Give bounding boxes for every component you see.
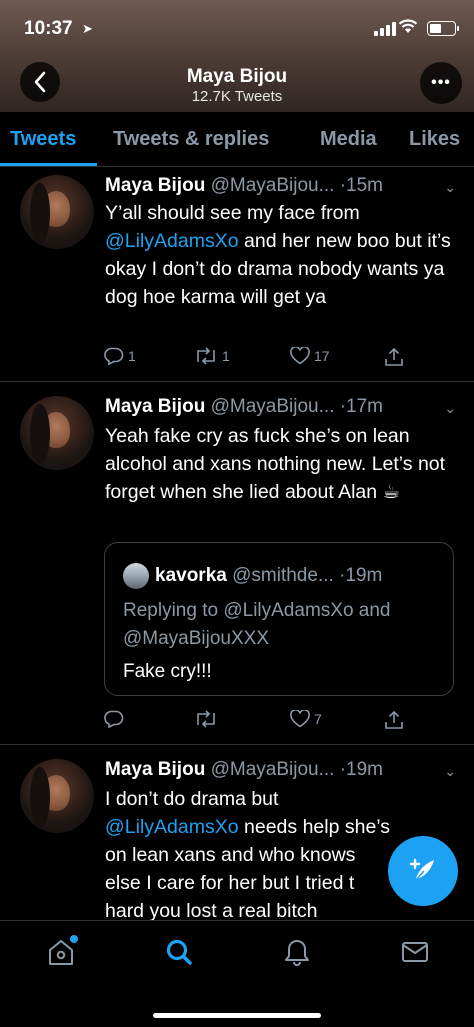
nav-home[interactable] — [46, 935, 78, 969]
profile-header: 10:37 ➤ Maya Bijou 12.7K Tweets ••• — [0, 0, 474, 112]
home-indicator — [153, 1013, 321, 1018]
tweet-line: @LilyAdamsXo needs help she’s — [105, 813, 460, 841]
nav-notifications[interactable] — [282, 937, 312, 969]
author-name[interactable]: Maya Bijou — [105, 396, 205, 417]
reply-count: 1 — [128, 348, 136, 364]
chevron-down-icon[interactable]: ⌄ — [444, 400, 456, 417]
retweet-icon — [197, 710, 215, 728]
tweet-header: Maya Bijou @MayaBijou... ·19m — [105, 759, 383, 781]
retweet-icon — [197, 347, 215, 365]
author-handle[interactable]: @MayaBijou... — [211, 396, 335, 417]
bottom-navigation — [0, 920, 474, 1027]
tweet-actions: 1 1 17 — [104, 347, 424, 371]
share-button[interactable] — [384, 710, 404, 730]
author-handle[interactable]: @MayaBijou... — [211, 175, 335, 196]
reply-icon — [104, 347, 124, 365]
status-time: 10:37 — [24, 18, 73, 39]
quoted-tweet-time: ·19m — [339, 565, 383, 586]
quoted-tweet[interactable]: kavorka @smithde... ·19m Replying to @Li… — [104, 542, 454, 696]
more-dots-icon: ••• — [431, 74, 451, 91]
tweet-text: Yeah fake cry as fuck she’s on lean alco… — [105, 425, 446, 503]
retweet-button[interactable] — [194, 710, 222, 728]
like-count: 7 — [314, 711, 322, 727]
avatar[interactable] — [20, 759, 94, 833]
status-bar: 10:37 ➤ — [0, 14, 474, 44]
like-button[interactable]: 7 — [290, 710, 322, 728]
quoted-tweet-text: Fake cry!!! — [123, 661, 212, 682]
tweet-time: ·17m — [339, 396, 384, 417]
share-icon — [385, 347, 403, 366]
like-button[interactable]: 17 — [290, 347, 330, 365]
tweet-time: ·15m — [339, 175, 384, 196]
tab-media[interactable]: Media — [320, 128, 377, 151]
quoted-tweet-header: kavorka @smithde... ·19m — [155, 565, 382, 587]
search-icon — [166, 939, 192, 965]
chevron-down-icon[interactable]: ⌄ — [444, 179, 456, 196]
cellular-signal-icon — [374, 22, 396, 36]
share-button[interactable] — [384, 347, 404, 367]
notification-dot — [70, 935, 78, 943]
avatar[interactable] — [20, 396, 94, 470]
tweet-text-part: Y’all should see my face from — [105, 202, 360, 224]
tweet-count: 12.7K Tweets — [191, 88, 283, 105]
more-options-button[interactable]: ••• — [420, 62, 462, 104]
heart-icon — [290, 347, 310, 365]
active-tab-indicator — [0, 163, 97, 166]
battery-icon — [427, 21, 459, 36]
tweet-header: Maya Bijou @MayaBijou... ·15m — [105, 175, 383, 197]
avatar[interactable] — [20, 175, 94, 249]
bell-icon — [285, 940, 309, 966]
nav-search[interactable] — [164, 937, 194, 969]
author-name[interactable]: Maya Bijou — [105, 175, 205, 196]
like-count: 17 — [314, 348, 330, 364]
profile-name: Maya Bijou — [186, 66, 288, 87]
reply-button[interactable] — [104, 710, 128, 728]
tab-tweets[interactable]: Tweets — [10, 128, 76, 151]
feather-plus-icon — [409, 858, 434, 883]
tab-likes[interactable]: Likes — [409, 128, 460, 151]
nav-messages[interactable] — [400, 937, 430, 969]
author-name[interactable]: Maya Bijou — [105, 759, 205, 780]
avatar[interactable] — [123, 563, 149, 589]
reply-icon — [104, 710, 124, 728]
mail-icon — [402, 942, 428, 962]
tweet[interactable]: Maya Bijou @MayaBijou... ·15m ⌄ Y’all sh… — [0, 167, 474, 382]
location-arrow-icon: ➤ — [82, 21, 93, 36]
tweet-text-part: needs help she’s — [238, 816, 391, 838]
tweet-line: I don’t do drama but — [105, 788, 279, 810]
quoted-author-name: kavorka — [155, 565, 227, 586]
author-handle[interactable]: @MayaBijou... — [211, 759, 335, 780]
replying-to-text: Replying to @LilyAdamsXo and @MayaBijouX… — [123, 600, 391, 649]
tweet[interactable]: Maya Bijou @MayaBijou... ·17m ⌄ Yeah fak… — [0, 382, 474, 745]
retweet-button[interactable]: 1 — [194, 347, 230, 365]
compose-tweet-button[interactable] — [388, 836, 458, 906]
wifi-icon — [398, 18, 418, 39]
mention-link[interactable]: @LilyAdamsXo — [105, 230, 239, 252]
tweet-time: ·19m — [339, 759, 384, 780]
chevron-down-icon[interactable]: ⌄ — [444, 763, 456, 780]
tweet-header: Maya Bijou @MayaBijou... ·17m — [105, 396, 383, 418]
tweet-text: Y’all should see my face from @LilyAdams… — [105, 199, 460, 311]
tab-tweets-and-replies[interactable]: Tweets & replies — [113, 128, 269, 151]
profile-tabs: Tweets Tweets & replies Media Likes — [0, 112, 474, 167]
reply-button[interactable]: 1 — [104, 347, 136, 365]
heart-icon — [290, 710, 310, 728]
share-icon — [385, 710, 403, 729]
tweet-actions: 7 — [104, 710, 424, 734]
retweet-count: 1 — [222, 348, 230, 364]
mention-link[interactable]: @LilyAdamsXo — [105, 816, 239, 838]
quoted-author-handle: @smithde... — [232, 565, 334, 586]
